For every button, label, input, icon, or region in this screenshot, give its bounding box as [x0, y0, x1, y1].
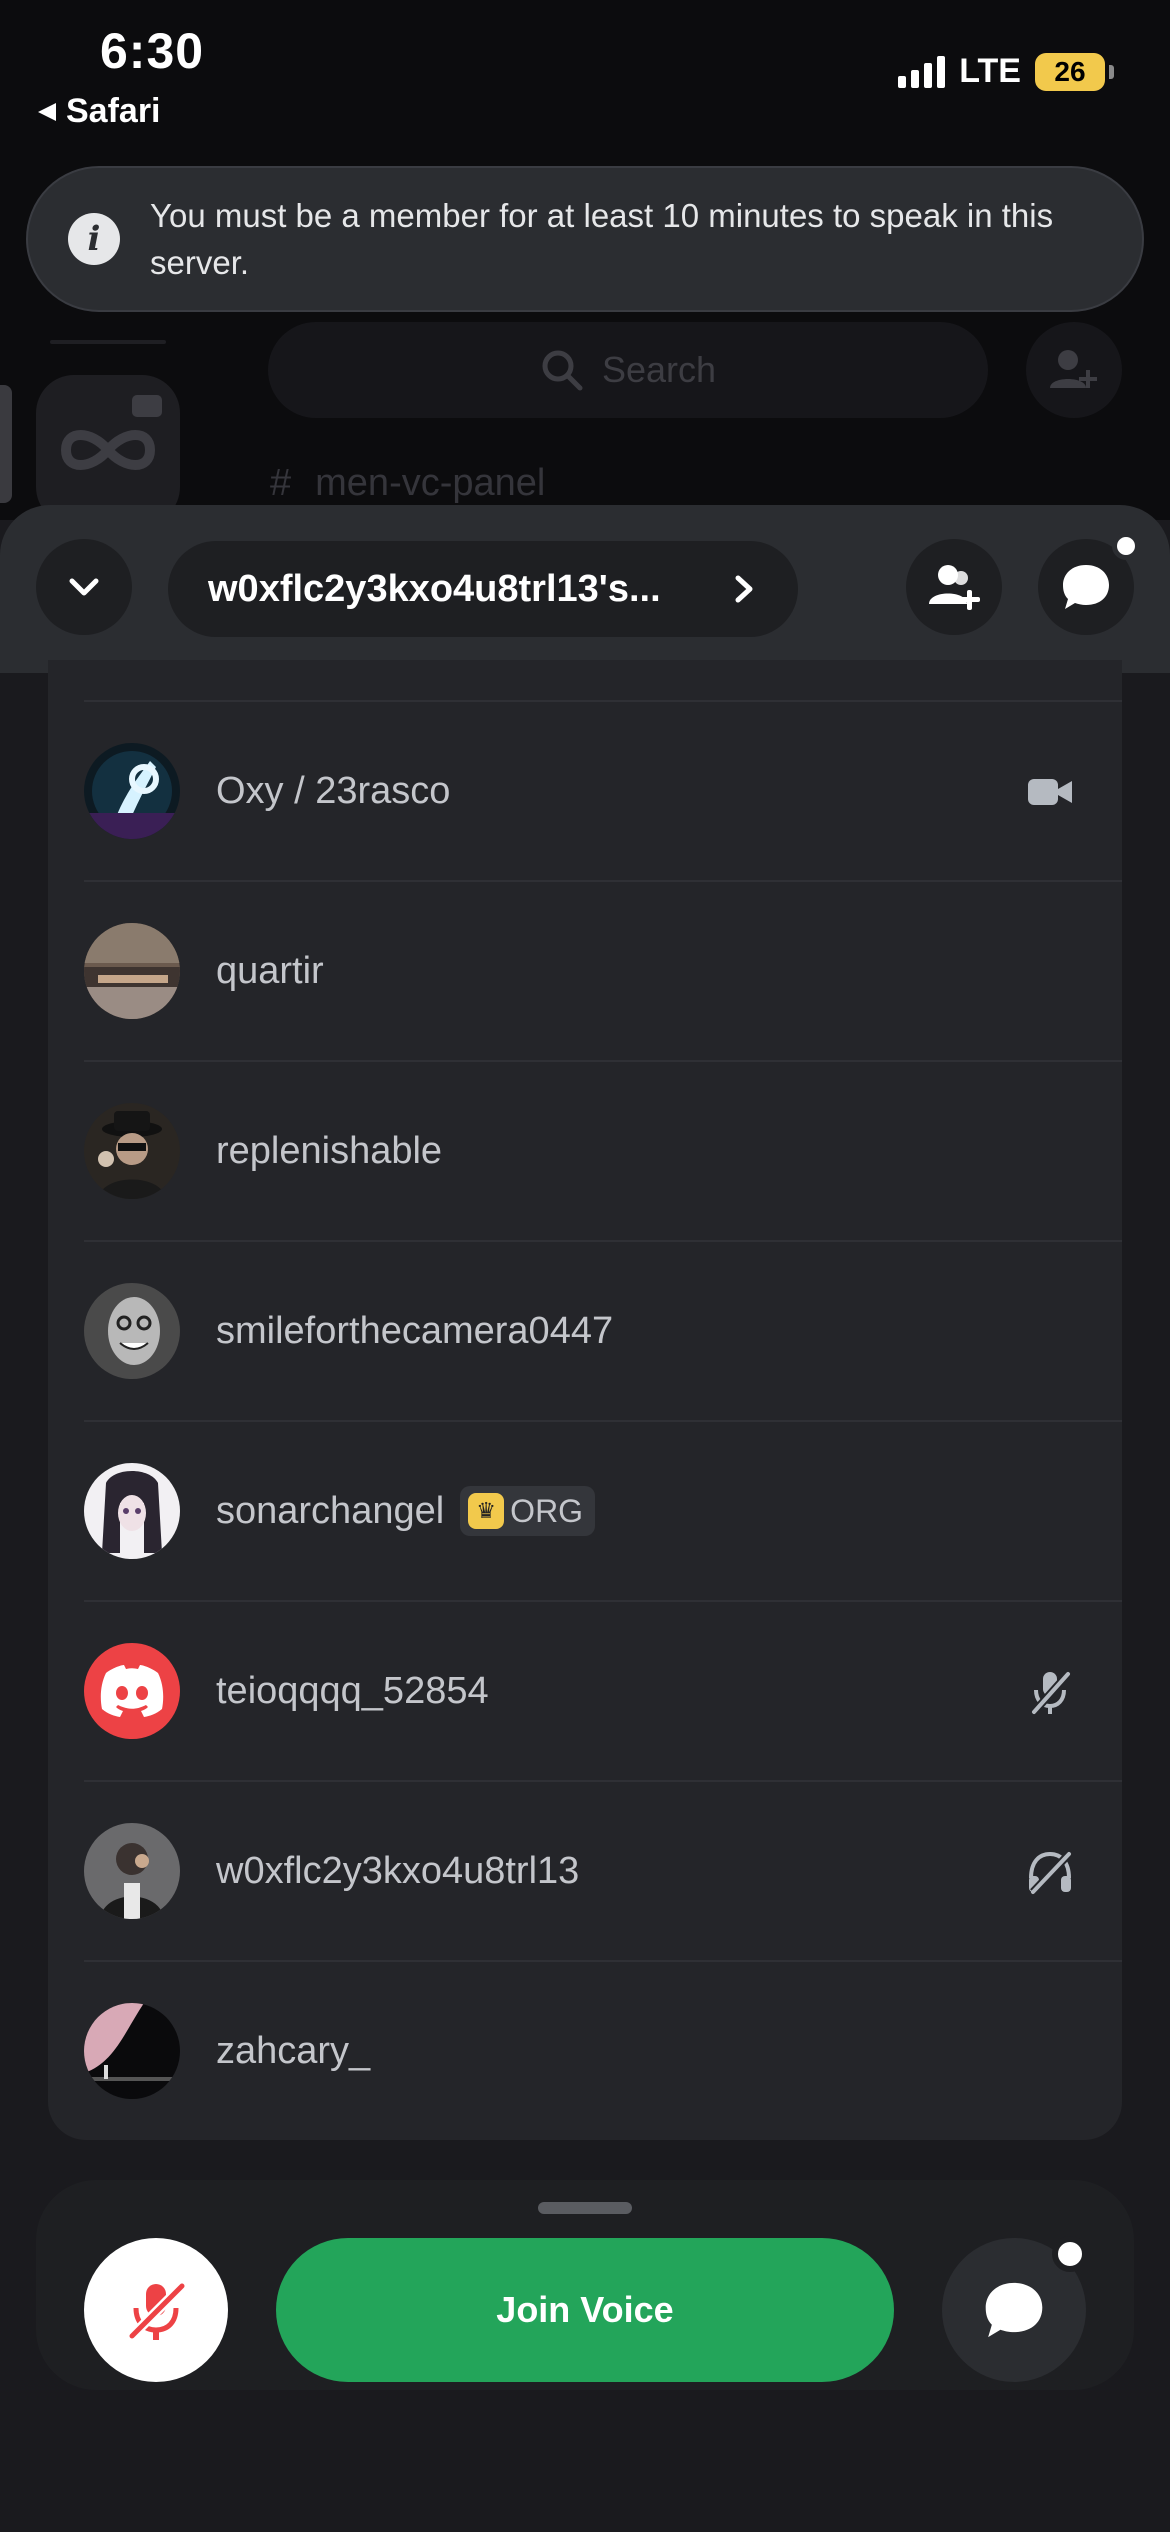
search-placeholder: Search — [601, 349, 717, 390]
background-channel-name: men-vc-panel — [315, 462, 546, 504]
mute-toggle-button[interactable] — [84, 2238, 228, 2382]
battery-tip — [1109, 64, 1114, 79]
muted-mic-icon — [128, 2282, 186, 2340]
member-name: teioqqqq_52854 — [216, 1669, 489, 1712]
member-name: zahcary_ — [216, 2029, 371, 2072]
status-time: 6:30 — [100, 23, 205, 79]
add-user-icon — [929, 565, 980, 610]
muted-mic-icon — [1022, 1664, 1078, 1720]
crown-emoji-icon: ♛ — [468, 1493, 505, 1529]
unread-dot — [1112, 532, 1140, 560]
server-rail-divider — [50, 340, 166, 344]
member-row[interactable]: zahcary_ — [84, 1960, 1122, 2140]
app-screen: Search # men-vc-panel 6:30 Safari LTE 26… — [0, 0, 1170, 2532]
member-row[interactable]: quartir — [84, 880, 1122, 1060]
search-icon — [542, 350, 583, 391]
avatar — [84, 2003, 180, 2099]
chevron-right-icon — [735, 575, 753, 603]
role-tag: ♛ ORG — [460, 1486, 596, 1536]
battery-level: 26 — [1054, 55, 1086, 87]
join-voice-button[interactable]: Join Voice — [276, 2238, 894, 2382]
hash-icon: # — [270, 462, 292, 504]
background-search-bar: Search — [268, 322, 988, 418]
unread-dot — [1052, 2236, 1088, 2272]
drag-handle[interactable] — [538, 2202, 632, 2214]
deafened-icon — [1022, 1844, 1078, 1900]
chat-bubble-icon — [985, 2282, 1043, 2338]
member-list: Oxy / 23rasco quartir replenishable smil… — [48, 660, 1122, 2140]
member-row[interactable]: Oxy / 23rasco — [84, 700, 1122, 880]
voice-channel-title-button[interactable]: w0xflc2y3kxo4u8trl13's... — [168, 541, 798, 637]
discord-logo-icon — [84, 1643, 180, 1739]
member-name: smileforthecamera0447 — [216, 1309, 614, 1352]
info-icon: i — [68, 213, 120, 265]
member-name: w0xflc2y3kxo4u8trl13 — [216, 1849, 580, 1892]
video-camera-icon — [1022, 764, 1078, 820]
role-tag-label: ORG — [510, 1492, 584, 1529]
voice-channel-title: w0xflc2y3kxo4u8trl13's... — [208, 567, 661, 610]
permission-toast: i You must be a member for at least 10 m… — [26, 166, 1144, 312]
member-row[interactable]: sonarchangel ♛ ORG — [84, 1420, 1122, 1600]
chat-bubble-icon — [1063, 565, 1109, 609]
invite-button[interactable] — [906, 539, 1002, 635]
status-indicators: LTE 26 — [898, 52, 1114, 91]
member-name: quartir — [216, 949, 324, 992]
avatar — [84, 1823, 180, 1919]
back-app-label: Safari — [66, 92, 161, 130]
add-user-icon — [1050, 350, 1097, 388]
server-selected-indicator — [0, 385, 12, 503]
background-add-user-button — [1026, 322, 1122, 418]
battery-icon: 26 — [1035, 52, 1105, 91]
avatar — [84, 1283, 180, 1379]
avatar — [84, 743, 180, 839]
member-name: replenishable — [216, 1129, 443, 1172]
chevron-down-icon — [69, 578, 99, 596]
back-to-app[interactable]: Safari — [36, 92, 161, 131]
toast-message: You must be a member for at least 10 min… — [150, 197, 1054, 281]
network-type: LTE — [959, 52, 1021, 90]
avatar — [84, 1103, 180, 1199]
member-row[interactable]: smileforthecamera0447 — [84, 1240, 1122, 1420]
member-name: sonarchangel — [216, 1489, 445, 1532]
server-icon[interactable] — [36, 375, 180, 525]
infinity-icon — [60, 395, 162, 470]
member-row[interactable]: replenishable — [84, 1060, 1122, 1240]
avatar — [84, 923, 180, 1019]
back-triangle-icon — [38, 102, 56, 121]
avatar — [84, 1463, 180, 1559]
member-row[interactable]: teioqqqq_52854 — [84, 1600, 1122, 1780]
background-channel: # men-vc-panel — [270, 462, 545, 505]
avatar — [84, 1643, 180, 1739]
signal-icon — [898, 55, 946, 88]
collapse-panel-button[interactable] — [36, 539, 132, 635]
member-row[interactable]: w0xflc2y3kxo4u8trl13 — [84, 1780, 1122, 1960]
member-name: Oxy / 23rasco — [216, 769, 451, 812]
